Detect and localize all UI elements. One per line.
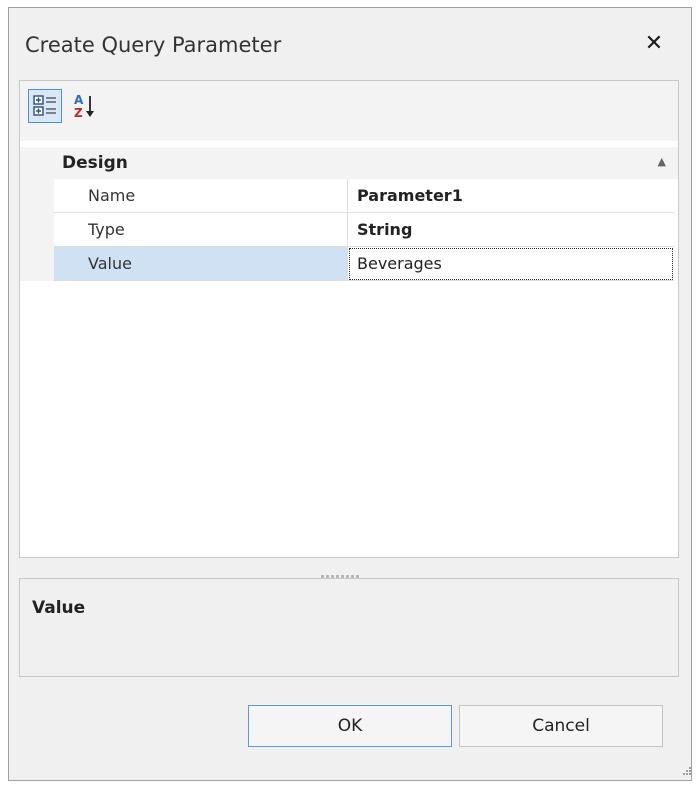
alphabetical-sort-button[interactable]: A Z <box>68 89 102 123</box>
property-list: Design ▲ Name Parameter1 Type String Val… <box>20 141 678 557</box>
resize-grip-icon[interactable] <box>680 766 692 778</box>
title-bar: Create Query Parameter ✕ <box>9 8 691 88</box>
category-label: Design <box>62 153 128 173</box>
property-name: Name <box>54 179 348 213</box>
cancel-button[interactable]: Cancel <box>459 705 663 747</box>
property-name: Type <box>54 213 348 247</box>
property-row-name[interactable]: Name Parameter1 <box>20 179 678 213</box>
category-row-design[interactable]: Design ▲ <box>20 147 678 179</box>
property-grid-toolbar: A Z <box>20 81 678 141</box>
property-name: Value <box>54 247 348 281</box>
description-panel: Value <box>19 578 679 677</box>
svg-text:A: A <box>74 93 84 107</box>
splitter-grip-icon[interactable] <box>320 564 360 578</box>
svg-text:Z: Z <box>74 106 83 120</box>
sort-alphabetical-icon: A Z <box>74 93 94 120</box>
property-row-value[interactable]: Value Beverages <box>20 247 678 281</box>
dialog-title: Create Query Parameter <box>25 33 282 57</box>
property-value-name[interactable]: Parameter1 <box>348 179 674 213</box>
property-row-type[interactable]: Type String <box>20 213 678 247</box>
description-title: Value <box>32 598 86 618</box>
close-icon[interactable]: ✕ <box>641 30 667 58</box>
categorized-view-button[interactable] <box>28 89 62 123</box>
property-grid: A Z Design ▲ Name Parameter1 Type String… <box>19 80 679 558</box>
collapse-arrow-icon[interactable]: ▲ <box>658 155 666 168</box>
property-value-type[interactable]: String <box>348 213 674 247</box>
categorized-view-icon <box>33 95 56 116</box>
ok-button[interactable]: OK <box>248 705 452 747</box>
property-value-value[interactable]: Beverages <box>348 247 674 281</box>
